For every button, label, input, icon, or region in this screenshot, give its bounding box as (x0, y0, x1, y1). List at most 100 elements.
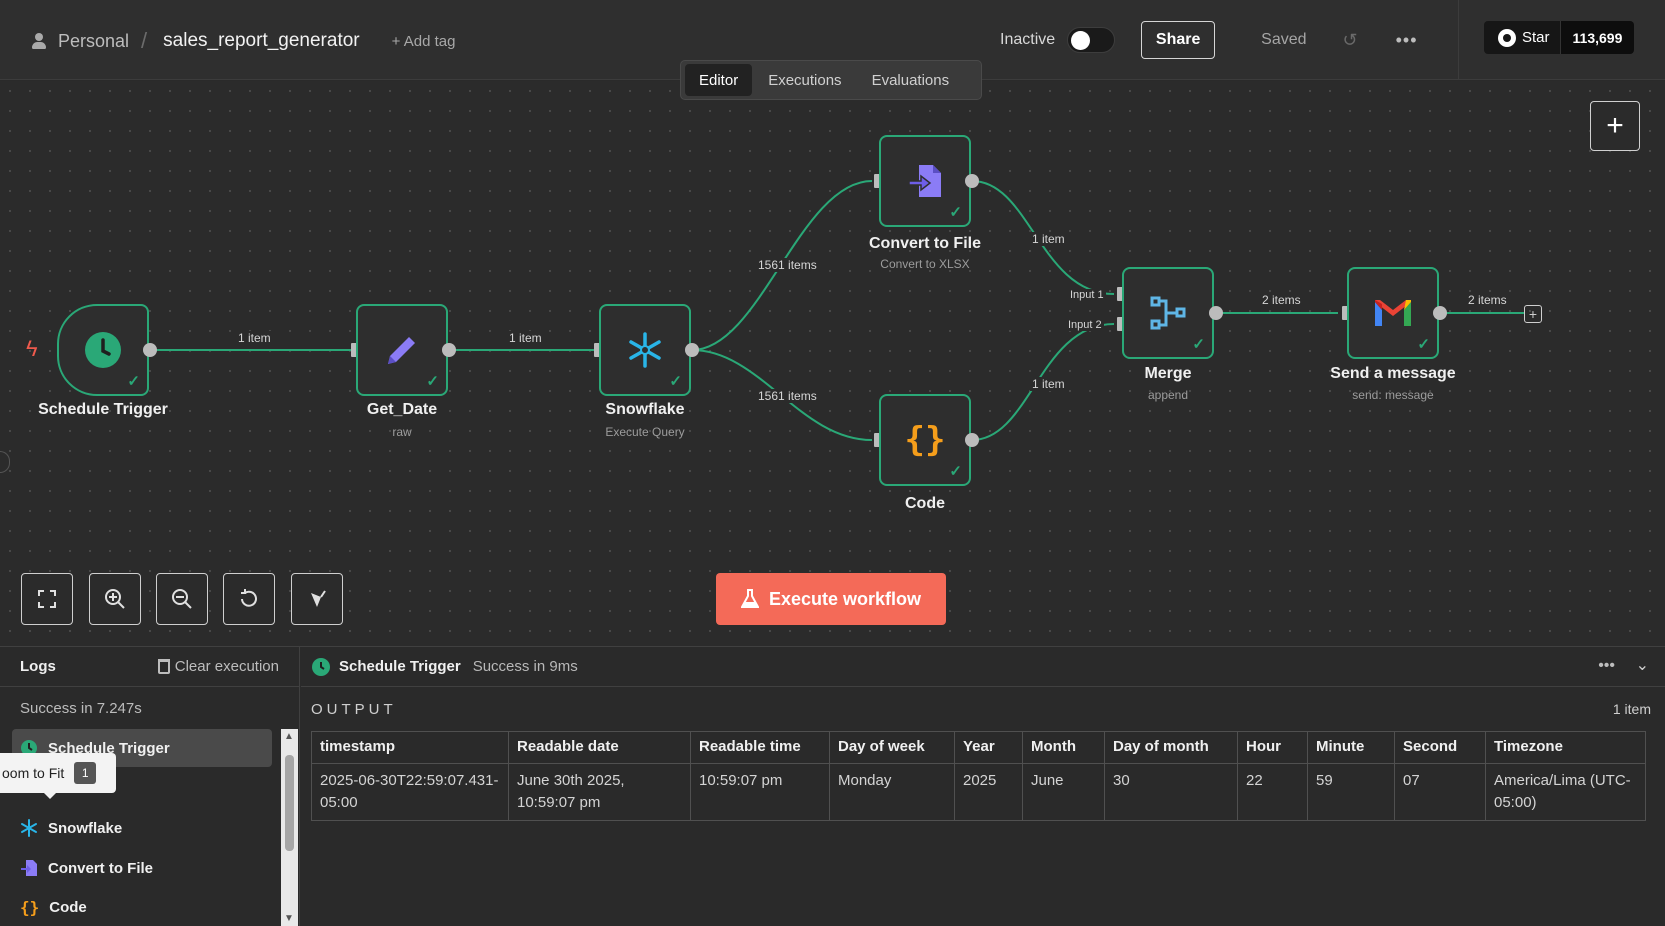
execute-workflow-button[interactable]: Execute workflow (716, 573, 946, 625)
chevron-down-icon[interactable]: ⌄ (1636, 655, 1649, 675)
header-actions: Inactive Share Saved ↺ ••• (1000, 21, 1418, 59)
log-item-code[interactable]: {} Code (12, 888, 272, 926)
workflow-canvas[interactable]: ϟ ✓ Schedule Trigger ✓ Get_Date raw ✓ Sn… (0, 81, 1665, 646)
execution-summary: Success in 7.247s (20, 700, 142, 717)
workflow-name[interactable]: sales_report_generator (163, 30, 359, 52)
github-star-count: 113,699 (1559, 21, 1635, 54)
log-item-convert-to-file[interactable]: Convert to File (12, 849, 272, 887)
column-header: timestamp (311, 731, 509, 764)
zoom-in-button[interactable] (89, 573, 141, 625)
table-cell: 10:59:07 pm (690, 763, 830, 821)
gmail-icon (1375, 300, 1411, 326)
active-toggle[interactable] (1067, 27, 1116, 53)
logs-scrollbar[interactable]: ▲ ▼ (281, 729, 298, 926)
node-code[interactable]: {} ✓ (879, 394, 971, 486)
column-header: Day of week (829, 731, 955, 764)
output-port[interactable] (442, 343, 456, 357)
github-star[interactable]: Star (1484, 21, 1560, 54)
header-divider (1458, 0, 1459, 80)
connections-layer (150, 180, 1524, 441)
braces-icon: {} (904, 420, 946, 460)
output-panel: Schedule Trigger Success in 9ms ••• ⌄ OU… (301, 647, 1665, 926)
node-send-message[interactable]: ✓ (1347, 267, 1439, 359)
output-port[interactable] (143, 343, 157, 357)
node-subtitle: Convert to XLSX (880, 257, 970, 271)
table-cell: 2025-06-30T22:59:07.431-05:00 (311, 763, 509, 821)
edge-label: 2 items (1466, 293, 1509, 307)
more-options-icon[interactable]: ••• (1598, 657, 1615, 675)
github-star-label: Star (1522, 29, 1550, 46)
scroll-up-icon[interactable]: ▲ (284, 731, 294, 742)
node-merge[interactable]: ✓ (1122, 267, 1214, 359)
add-node-icon[interactable]: + (1524, 305, 1542, 323)
node-title: Snowflake (605, 401, 685, 418)
node-subtitle: Execute Query (605, 425, 685, 439)
output-port[interactable] (965, 174, 979, 188)
add-node-button[interactable]: + (1590, 101, 1640, 151)
reset-zoom-button[interactable] (223, 573, 275, 625)
breadcrumb: Personal / sales_report_generator + Add … (32, 28, 455, 54)
node-subtitle: append (1147, 388, 1189, 402)
execute-workflow-label: Execute workflow (768, 588, 922, 609)
success-check-icon: ✓ (1417, 336, 1430, 353)
more-options-icon[interactable]: ••• (1396, 30, 1418, 51)
node-title: Convert to File (868, 235, 981, 252)
node-get-date[interactable]: ✓ (356, 304, 448, 396)
node-title: Code (905, 495, 945, 512)
clock-icon (85, 332, 121, 368)
column-header: Day of month (1104, 731, 1238, 764)
snowflake-icon (629, 332, 661, 368)
tooltip-shortcut-key: 1 (74, 762, 97, 784)
clock-icon (312, 657, 330, 676)
log-item-snowflake[interactable]: Snowflake (12, 809, 272, 847)
project-link[interactable]: Personal (58, 31, 129, 52)
scroll-down-icon[interactable]: ▼ (284, 913, 294, 924)
zoom-out-button[interactable] (156, 573, 208, 625)
node-title: Schedule Trigger (38, 401, 168, 418)
success-check-icon: ✓ (127, 373, 140, 390)
merge-icon (1150, 296, 1186, 330)
output-port[interactable] (965, 433, 979, 447)
tab-editor[interactable]: Editor (685, 64, 753, 96)
logs-header: Logs Clear execution (0, 647, 299, 687)
flask-icon (740, 589, 759, 608)
output-port[interactable] (685, 343, 699, 357)
table-row: 2025-06-30T22:59:07.431-05:00 June 30th … (311, 763, 1646, 821)
scrollbar-thumb[interactable] (285, 755, 294, 851)
logs-sidebar: Logs Clear execution Success in 7.247s S… (0, 647, 300, 926)
output-node-name: Schedule Trigger (339, 658, 461, 675)
column-header: Readable time (690, 731, 830, 764)
clear-execution-button[interactable]: Clear execution (157, 658, 279, 675)
active-status-label: Inactive (1000, 31, 1056, 48)
node-schedule-trigger[interactable]: ✓ (57, 304, 149, 396)
output-item-count: 1 item (1612, 701, 1651, 717)
column-header: Timezone (1485, 731, 1646, 764)
table-cell: 2025 (954, 763, 1023, 821)
trigger-bolt-icon: ϟ (26, 336, 38, 361)
node-convert-to-file[interactable]: ✓ (879, 135, 971, 227)
tooltip-label: oom to Fit (2, 765, 65, 781)
output-port[interactable] (1209, 306, 1223, 320)
node-title: Send a message (1330, 365, 1456, 382)
breadcrumb-separator: / (141, 28, 148, 53)
zoom-out-icon (172, 589, 192, 609)
braces-icon: {} (20, 897, 40, 917)
github-icon (1498, 28, 1516, 47)
edge-label: 1 item (1030, 232, 1067, 246)
node-snowflake[interactable]: ✓ (599, 304, 691, 396)
tab-evaluations[interactable]: Evaluations (858, 64, 964, 96)
github-star-button[interactable]: Star 113,699 (1484, 21, 1635, 54)
tidy-up-button[interactable] (291, 573, 343, 625)
column-header: Minute (1307, 731, 1395, 764)
input-2-label: Input 2 (1066, 319, 1104, 331)
success-check-icon: ✓ (669, 373, 682, 390)
history-icon[interactable]: ↺ (1343, 30, 1358, 51)
clear-execution-label: Clear execution (174, 658, 279, 675)
zoom-to-fit-button[interactable] (21, 573, 73, 625)
add-tag-button[interactable]: + Add tag (392, 33, 456, 50)
tab-executions[interactable]: Executions (754, 64, 855, 96)
node-title: Merge (1144, 365, 1192, 382)
success-check-icon: ✓ (426, 373, 439, 390)
output-port[interactable] (1433, 306, 1447, 320)
share-button[interactable]: Share (1141, 21, 1216, 59)
